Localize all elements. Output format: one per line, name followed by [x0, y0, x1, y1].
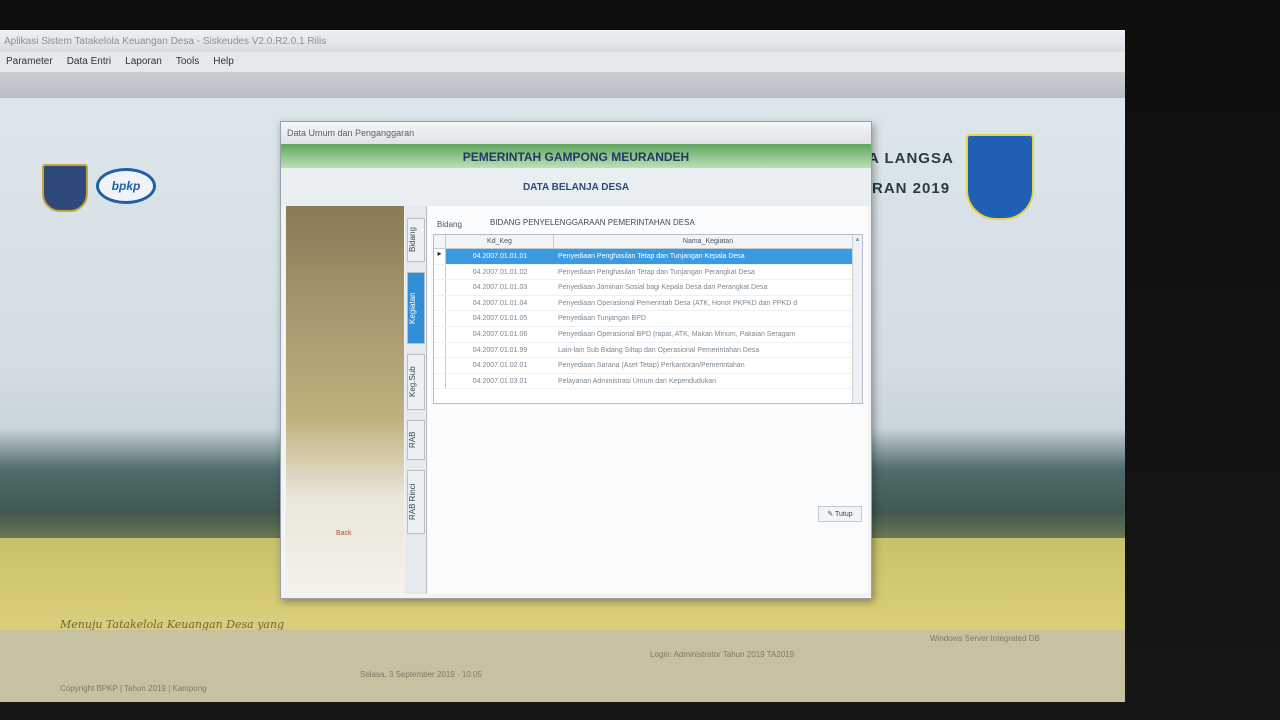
bidang-label: Bidang	[437, 220, 462, 229]
cell-kd-keg[interactable]: 04.2007.01.01.02	[446, 265, 554, 280]
kota-langsa-emblem-icon	[966, 134, 1034, 220]
cell-nama-kegiatan[interactable]: Penyediaan Operasional BPD (rapat, ATK, …	[554, 327, 862, 342]
dialog-title[interactable]: Data Umum dan Penganggaran	[281, 122, 871, 144]
row-indicator	[434, 295, 446, 311]
row-indicator	[434, 358, 446, 373]
cell-kd-keg[interactable]: 04.2007.01.01.01	[446, 249, 554, 264]
tab-bidang[interactable]: Bidang	[407, 218, 425, 262]
table-row[interactable]: 04.2007.01.01.02 Penyediaan Penghasilan T…	[434, 264, 862, 281]
menu-parameter[interactable]: Parameter	[6, 56, 53, 72]
table-row[interactable]: ▸ 04.2007.01.01.01 Penyediaan Penghasilan …	[434, 249, 862, 265]
cell-kd-keg[interactable]: 04.2007.01.01.04	[446, 296, 554, 311]
table-row[interactable]: 04.2007.01.03.01 Pelayanan Administrasi U…	[434, 373, 862, 390]
cell-nama-kegiatan[interactable]: Penyediaan Sarana (Aset Tetap) Perkantor…	[554, 358, 862, 373]
vertical-tabs: Bidang Kegiatan Keg.Sub RAB RAB Rinci	[405, 206, 427, 594]
row-indicator	[434, 373, 446, 389]
table-row[interactable]: 04.2007.01.01.99 Lain-lain Sub Bidang Sil…	[434, 342, 862, 359]
cell-nama-kegiatan[interactable]: Penyediaan Tunjangan BPD	[554, 311, 862, 326]
row-indicator	[434, 264, 446, 280]
status-copyright: Copyright BPKP | Tahun 2019 | Kampong	[60, 684, 207, 693]
cell-nama-kegiatan[interactable]: Penyediaan Jaminan Sosial bagi Kepala De…	[554, 280, 862, 295]
toolbar	[0, 72, 1125, 98]
row-indicator	[434, 311, 446, 326]
grid-scrollbar[interactable]: ▴	[852, 235, 862, 403]
headline-right-2: RAN 2019	[872, 180, 951, 197]
row-indicator	[434, 326, 446, 342]
row-indicator: ▸	[434, 249, 446, 264]
table-row[interactable]: 04.2007.01.01.06 Penyediaan Operasional B…	[434, 326, 862, 343]
tab-kegiatan[interactable]: Kegiatan	[407, 272, 425, 344]
window-title: Aplikasi Sistem Tatakelola Keuangan Desa…	[0, 30, 1125, 52]
kegiatan-panel: Bidang BIDANG PENYELENGGARAAN PEMERINTAH…	[428, 206, 868, 594]
cell-kd-keg[interactable]: 04.2007.01.01.06	[446, 327, 554, 342]
government-emblem-icon	[42, 164, 88, 212]
tab-keg-sub[interactable]: Keg.Sub	[407, 354, 425, 410]
status-bar: Copyright BPKP | Tahun 2019 | Kampong Se…	[0, 630, 1125, 702]
menu-help[interactable]: Help	[213, 56, 234, 72]
cell-kd-keg[interactable]: 04.2007.01.01.99	[446, 343, 554, 358]
column-nama-kegiatan[interactable]: Nama_Kegiatan	[554, 235, 862, 248]
table-row[interactable]: 04.2007.01.01.04 Penyediaan Operasional P…	[434, 295, 862, 312]
tutup-label: Tutup	[835, 511, 853, 518]
headline-right-1: A LANGSA	[868, 150, 954, 167]
status-login: Login: Administrator Tahun 2019 TA2019	[650, 650, 795, 659]
cell-nama-kegiatan[interactable]: Pelayanan Administrasi Umum dan Kependud…	[554, 374, 862, 389]
data-umum-dialog: Data Umum dan Penganggaran PEMERINTAH GA…	[280, 121, 872, 599]
row-indicator-header	[434, 235, 446, 248]
column-kd-keg[interactable]: Kd_Keg	[446, 235, 554, 248]
dialog-subheader: DATA BELANJA DESA	[281, 168, 871, 206]
row-indicator	[434, 280, 446, 295]
bpkp-logo: bpkp	[96, 168, 156, 204]
cell-kd-keg[interactable]: 04.2007.01.01.03	[446, 280, 554, 295]
tutup-button[interactable]: ✎ Tutup	[818, 506, 862, 522]
menu-bar: Parameter Data Entri Laporan Tools Help	[0, 52, 1125, 72]
grid-header: Kd_Keg Nama_Kegiatan	[434, 235, 862, 249]
back-link[interactable]: Back	[336, 530, 352, 537]
dialog-header: PEMERINTAH GAMPONG MEURANDEH	[281, 144, 871, 168]
cell-kd-keg[interactable]: 04.2007.01.01.05	[446, 311, 554, 326]
grid-body: ▸ 04.2007.01.01.01 Penyediaan Penghasilan …	[434, 249, 862, 390]
monitor-bezel: Aplikasi Sistem Tatakelola Keuangan Desa…	[0, 0, 1280, 720]
tab-rab[interactable]: RAB	[407, 420, 425, 460]
menu-data-entri[interactable]: Data Entri	[67, 56, 111, 72]
cell-nama-kegiatan[interactable]: Penyediaan Penghasilan Tetap dan Tunjang…	[554, 265, 862, 280]
cell-kd-keg[interactable]: 04.2007.01.03.01	[446, 374, 554, 389]
menu-laporan[interactable]: Laporan	[125, 56, 162, 72]
tab-rab-rinci[interactable]: RAB Rinci	[407, 470, 425, 534]
cell-nama-kegiatan[interactable]: Penyediaan Operasional Pemerintah Desa (…	[554, 296, 862, 311]
cell-nama-kegiatan[interactable]: Penyediaan Penghasilan Tetap dan Tunjang…	[554, 249, 862, 264]
bidang-value: BIDANG PENYELENGGARAAN PEMERINTAHAN DESA	[490, 218, 695, 227]
cell-nama-kegiatan[interactable]: Lain-lain Sub Bidang Siltap dan Operasio…	[554, 343, 862, 358]
status-db: Windows Server Integrated DB	[930, 634, 1040, 643]
kegiatan-grid: Kd_Keg Nama_Kegiatan ▸ 04.2007.01.01.01 Pe…	[433, 234, 863, 404]
table-row[interactable]: 04.2007.01.01.05 Penyediaan Tunjangan BPD	[434, 311, 862, 327]
menu-tools[interactable]: Tools	[176, 56, 199, 72]
row-indicator	[434, 342, 446, 358]
table-row[interactable]: 04.2007.01.02.01 Penyediaan Sarana (Aset …	[434, 358, 862, 374]
table-row[interactable]: 04.2007.01.01.03 Penyediaan Jaminan Sosia…	[434, 280, 862, 296]
status-date: Selasa, 3 September 2019 - 10:05	[360, 670, 482, 679]
cell-kd-keg[interactable]: 04.2007.01.02.01	[446, 358, 554, 373]
side-photo: Back	[286, 206, 404, 594]
